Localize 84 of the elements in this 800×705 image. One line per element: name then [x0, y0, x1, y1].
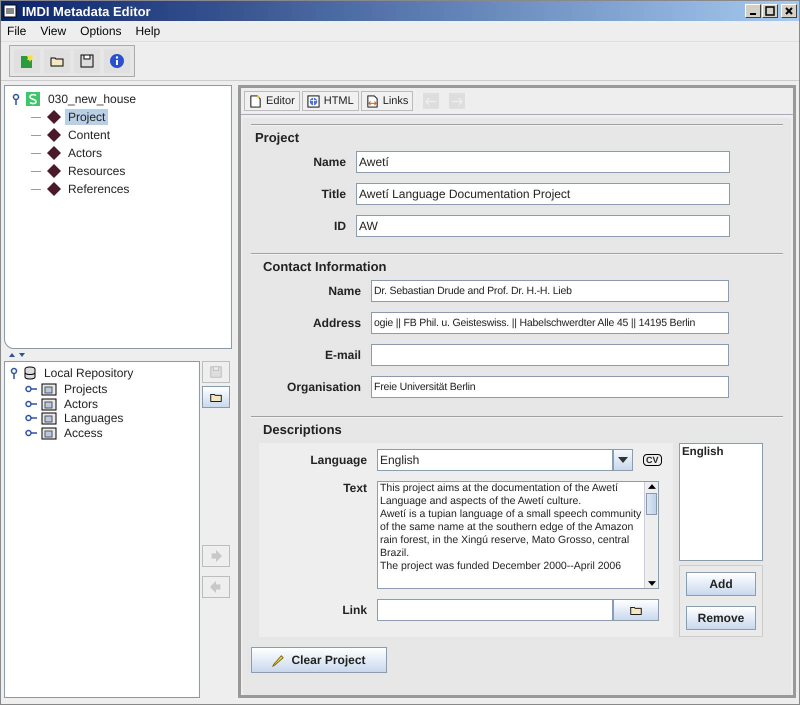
- pencil-icon: [272, 654, 286, 666]
- view-tab[interactable]: HTML: [302, 91, 359, 111]
- tree-handle-icon[interactable]: [25, 385, 37, 394]
- view-tab[interactable]: Links: [360, 91, 414, 111]
- close-button[interactable]: [781, 4, 797, 18]
- field-label: Address: [312, 316, 361, 330]
- right-arrow-icon: [209, 549, 223, 563]
- tree-item[interactable]: References: [65, 181, 132, 197]
- dropdown-button[interactable]: [613, 449, 633, 471]
- section-heading: Project: [254, 130, 300, 145]
- menu-item[interactable]: Options: [80, 24, 122, 38]
- tree-item[interactable]: Local Repository: [41, 365, 136, 381]
- field-label: E-mail: [324, 348, 361, 362]
- section-heading: Descriptions: [262, 422, 343, 437]
- field-label: Title: [320, 187, 346, 201]
- document-icon: [249, 94, 262, 108]
- cv-badge[interactable]: CV: [643, 454, 662, 466]
- close-icon: [784, 6, 794, 16]
- scroll-up-icon[interactable]: [648, 484, 656, 489]
- field-label: Name: [327, 284, 361, 298]
- tree-item[interactable]: Project: [65, 109, 108, 125]
- field-label: Link: [341, 603, 367, 617]
- app-icon: [3, 4, 17, 18]
- diamond-icon: [47, 146, 61, 160]
- clear-project-button[interactable]: Clear Project: [251, 647, 387, 673]
- text-field[interactable]: [371, 344, 729, 366]
- save-icon: [209, 365, 223, 379]
- caret-icon: [618, 457, 628, 463]
- info-icon[interactable]: [104, 49, 130, 73]
- field-label: Language: [309, 453, 367, 467]
- tree-item[interactable]: Actors: [61, 396, 102, 412]
- text-field[interactable]: AW: [356, 215, 730, 237]
- browse-folder-button[interactable]: [613, 599, 659, 621]
- text-field[interactable]: Awetí: [356, 151, 730, 173]
- session-icon: [25, 91, 41, 107]
- diamond-icon: [47, 164, 61, 178]
- menu-item[interactable]: View: [40, 24, 66, 38]
- menu-item[interactable]: File: [7, 24, 26, 38]
- field-label: Name: [312, 155, 346, 169]
- tree-item[interactable]: Actors: [65, 145, 106, 161]
- tree-handle-icon[interactable]: [9, 367, 19, 379]
- link-field[interactable]: [377, 599, 613, 621]
- collapse-arrows-icon[interactable]: [8, 352, 28, 358]
- left-arrow-icon: [209, 580, 223, 594]
- text-field[interactable]: Freie Universität Berlin: [371, 376, 729, 398]
- diamond-icon: [47, 128, 61, 142]
- tree-item[interactable]: Access: [61, 424, 106, 441]
- field-label: Text: [342, 481, 367, 495]
- field-label: Organisation: [286, 380, 361, 394]
- tree-handle-icon[interactable]: [25, 400, 37, 408]
- link-document-icon: [366, 94, 379, 108]
- list-action-button[interactable]: Remove: [686, 606, 756, 630]
- view-tab[interactable]: Editor: [244, 91, 300, 111]
- maximize-button[interactable]: [762, 4, 778, 18]
- field-label: ID: [333, 219, 346, 233]
- section-heading: Contact Information: [262, 259, 388, 274]
- menu-item[interactable]: Help: [136, 24, 160, 38]
- tree-handle-icon[interactable]: [11, 93, 21, 105]
- language-list-item[interactable]: English: [682, 446, 760, 458]
- text-field[interactable]: Dr. Sebastian Drude and Prof. Dr. H.-H. Lieb: [371, 280, 729, 302]
- tree-item[interactable]: Languages: [61, 410, 126, 426]
- tree-item[interactable]: Content: [65, 127, 114, 143]
- diamond-icon: [47, 182, 61, 196]
- diamond-icon: [47, 110, 61, 124]
- tree-handle-icon[interactable]: [25, 428, 37, 437]
- save-icon[interactable]: [74, 49, 100, 73]
- folder-icon-button[interactable]: [202, 386, 230, 408]
- database-icon: [23, 366, 37, 380]
- maximize-icon: [765, 6, 775, 16]
- tree-item[interactable]: 030_new_house: [45, 91, 140, 107]
- minimize-button[interactable]: [745, 4, 761, 18]
- scroll-thumb[interactable]: [646, 493, 657, 515]
- list-action-button[interactable]: Add: [686, 572, 756, 596]
- tree-handle-icon[interactable]: [25, 414, 37, 422]
- text-field[interactable]: Awetí Language Documentation Project: [356, 183, 730, 205]
- minimize-icon: [750, 13, 756, 15]
- language-combo-field[interactable]: English: [377, 449, 613, 471]
- tree-item[interactable]: Projects: [61, 381, 110, 398]
- text-field[interactable]: ogie || FB Phil. u. Geisteswiss. || Habelschwerdter Alle 45 || 14195 Berlin: [371, 312, 729, 334]
- scroll-down-icon[interactable]: [648, 581, 656, 586]
- window-title: IMDI Metadata Editor: [22, 4, 152, 18]
- vertical-scrollbar[interactable]: [644, 482, 658, 588]
- globe-icon: [306, 94, 320, 108]
- tree-item[interactable]: Resources: [65, 163, 128, 179]
